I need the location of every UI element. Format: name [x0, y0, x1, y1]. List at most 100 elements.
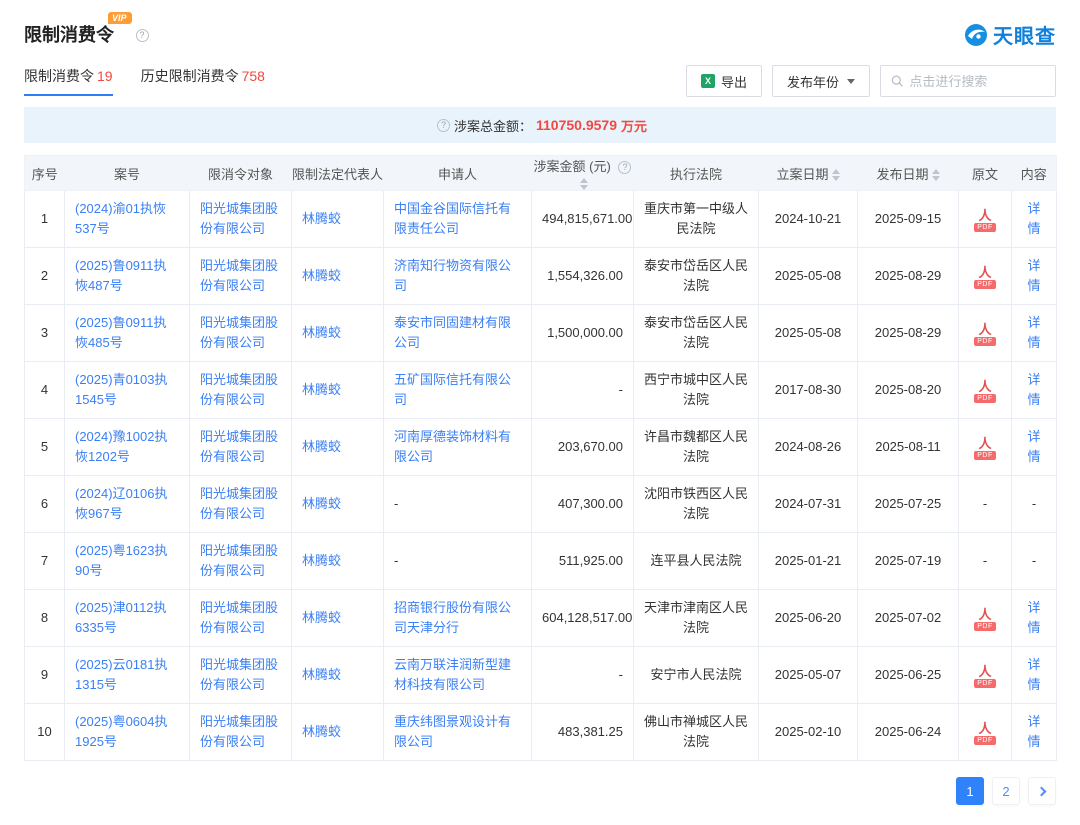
target-company-link[interactable]: 阳光城集团股份有限公司 — [200, 201, 278, 236]
legal-rep-link[interactable]: 林腾蛟 — [302, 325, 341, 340]
case-number-link[interactable]: (2025)粤1623执90号 — [75, 543, 168, 578]
applicant-link[interactable]: 五矿国际信托有限公司 — [394, 372, 511, 407]
detail-cell: 详情 — [1012, 362, 1057, 419]
sort-icon[interactable] — [932, 169, 940, 181]
table-row: 2 (2025)鲁0911执恢487号 阳光城集团股份有限公司 林腾蛟 济南知行… — [25, 248, 1057, 305]
pdf-icon[interactable]: 人PDF — [974, 323, 996, 346]
applicant-link[interactable]: 泰安市同固建材有限公司 — [394, 315, 511, 350]
next-page-button[interactable] — [1028, 777, 1056, 805]
detail-link[interactable]: 详情 — [1027, 315, 1040, 350]
case-number-link[interactable]: (2025)青0103执1545号 — [75, 372, 168, 407]
table-row: 9 (2025)云0181执1315号 阳光城集团股份有限公司 林腾蛟 云南万联… — [25, 647, 1057, 704]
legal-rep-link[interactable]: 林腾蛟 — [302, 610, 341, 625]
tab-toolbar-row: 限制消费令19 历史限制消费令758 X 导出 发布年份 — [24, 65, 1056, 97]
tab-label: 历史限制消费令 — [141, 68, 239, 84]
legal-rep-link[interactable]: 林腾蛟 — [302, 211, 341, 226]
filing-date: 2025-05-07 — [759, 647, 858, 704]
column-header[interactable]: 涉案金额 (元) ? — [532, 156, 634, 191]
pdf-icon[interactable]: 人PDF — [974, 665, 996, 688]
detail-link[interactable]: 详情 — [1027, 372, 1040, 407]
target-company-link[interactable]: 阳光城集团股份有限公司 — [200, 258, 278, 293]
legal-rep-link[interactable]: 林腾蛟 — [302, 667, 341, 682]
banner-help-icon[interactable]: ? — [437, 119, 450, 132]
help-icon[interactable]: ? — [136, 29, 149, 42]
pdf-icon[interactable]: 人PDF — [974, 209, 996, 232]
target-company-link[interactable]: 阳光城集团股份有限公司 — [200, 372, 278, 407]
pdf-icon[interactable]: 人PDF — [974, 266, 996, 289]
sort-icon[interactable] — [832, 169, 840, 181]
tab-0[interactable]: 限制消费令19 — [24, 66, 113, 96]
filing-date: 2025-05-08 — [759, 305, 858, 362]
pdf-cell: 人PDF — [959, 362, 1012, 419]
column-header[interactable]: 发布日期 — [858, 156, 959, 191]
page-button-2[interactable]: 2 — [992, 777, 1020, 805]
case-number-link[interactable]: (2024)豫1002执恢1202号 — [75, 429, 168, 464]
brand-logo-icon — [964, 23, 988, 47]
detail-link[interactable]: 详情 — [1027, 429, 1040, 464]
publish-date: 2025-09-15 — [858, 191, 959, 248]
pdf-icon[interactable]: 人PDF — [974, 722, 996, 745]
sort-icon[interactable] — [580, 178, 588, 190]
legal-rep-link[interactable]: 林腾蛟 — [302, 439, 341, 454]
detail-cell: - — [1012, 533, 1057, 590]
detail-link[interactable]: 详情 — [1027, 657, 1040, 692]
target-company-link[interactable]: 阳光城集团股份有限公司 — [200, 714, 278, 749]
search-box — [880, 65, 1056, 97]
total-amount-label: 涉案总金额： — [454, 116, 532, 135]
brand-logo: 天眼查 — [964, 20, 1056, 49]
pdf-icon[interactable]: 人PDF — [974, 380, 996, 403]
pdf-icon[interactable]: 人PDF — [974, 608, 996, 631]
target-company-link[interactable]: 阳光城集团股份有限公司 — [200, 315, 278, 350]
case-number-link[interactable]: (2025)津0112执6335号 — [75, 600, 167, 635]
publish-year-filter[interactable]: 发布年份 — [772, 65, 870, 97]
detail-link[interactable]: 详情 — [1027, 714, 1040, 749]
case-number-link[interactable]: (2024)辽0106执恢967号 — [75, 486, 168, 521]
tab-1[interactable]: 历史限制消费令758 — [141, 66, 265, 96]
applicant-link[interactable]: 招商银行股份有限公司天津分行 — [394, 600, 511, 635]
case-number-link[interactable]: (2025)鲁0911执恢485号 — [75, 315, 167, 350]
applicant-link[interactable]: 河南厚德装饰材料有限公司 — [394, 429, 511, 464]
legal-rep-link[interactable]: 林腾蛟 — [302, 382, 341, 397]
case-number-link[interactable]: (2025)鲁0911执恢487号 — [75, 258, 167, 293]
row-index: 8 — [25, 590, 65, 647]
pdf-icon[interactable]: 人PDF — [974, 437, 996, 460]
row-index: 9 — [25, 647, 65, 704]
legal-rep-link[interactable]: 林腾蛟 — [302, 724, 341, 739]
case-number-link[interactable]: (2024)渝01执恢537号 — [75, 201, 166, 236]
tab-count: 758 — [242, 68, 265, 84]
target-company-link[interactable]: 阳光城集团股份有限公司 — [200, 429, 278, 464]
legal-rep-link[interactable]: 林腾蛟 — [302, 496, 341, 511]
row-index: 4 — [25, 362, 65, 419]
applicant-link[interactable]: 中国金谷国际信托有限责任公司 — [394, 201, 511, 236]
pdf-cell: 人PDF — [959, 305, 1012, 362]
applicant-link[interactable]: 济南知行物资有限公司 — [394, 258, 511, 293]
column-header[interactable]: 立案日期 — [759, 156, 858, 191]
target-company-link[interactable]: 阳光城集团股份有限公司 — [200, 543, 278, 578]
detail-link[interactable]: 详情 — [1027, 258, 1040, 293]
detail-link[interactable]: 详情 — [1027, 600, 1040, 635]
case-number-link[interactable]: (2025)粤0604执1925号 — [75, 714, 168, 749]
export-button[interactable]: X 导出 — [686, 65, 762, 97]
row-index: 6 — [25, 476, 65, 533]
pdf-cell: 人PDF — [959, 248, 1012, 305]
total-amount-value: 110750.9579 — [536, 117, 617, 133]
pdf-cell: 人PDF — [959, 704, 1012, 761]
detail-link[interactable]: 详情 — [1027, 201, 1040, 236]
column-header: 序号 — [25, 156, 65, 191]
target-company-link[interactable]: 阳光城集团股份有限公司 — [200, 657, 278, 692]
column-help-icon[interactable]: ? — [618, 161, 631, 174]
export-button-label: 导出 — [721, 72, 747, 91]
page-button-1[interactable]: 1 — [956, 777, 984, 805]
target-company-link[interactable]: 阳光城集团股份有限公司 — [200, 486, 278, 521]
applicant-link[interactable]: 重庆纬图景观设计有限公司 — [394, 714, 511, 749]
column-header: 执行法院 — [634, 156, 759, 191]
legal-rep-link[interactable]: 林腾蛟 — [302, 553, 341, 568]
publish-date: 2025-08-11 — [858, 419, 959, 476]
applicant-link[interactable]: 云南万联沣润新型建材科技有限公司 — [394, 657, 511, 692]
target-company-link[interactable]: 阳光城集团股份有限公司 — [200, 600, 278, 635]
search-input[interactable] — [909, 74, 1045, 89]
case-number-link[interactable]: (2025)云0181执1315号 — [75, 657, 168, 692]
filing-date: 2024-10-21 — [759, 191, 858, 248]
legal-rep-link[interactable]: 林腾蛟 — [302, 268, 341, 283]
table-row: 8 (2025)津0112执6335号 阳光城集团股份有限公司 林腾蛟 招商银行… — [25, 590, 1057, 647]
